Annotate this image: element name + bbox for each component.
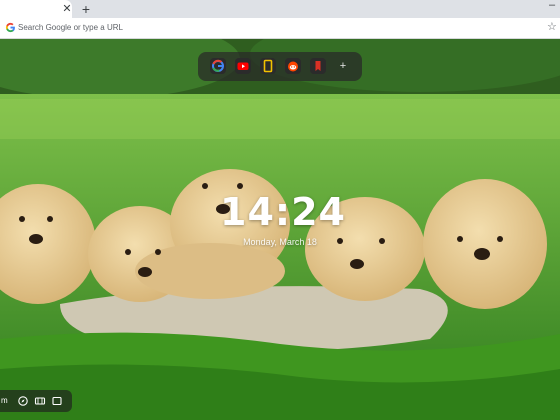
clock-date: Monday, March 18 (243, 237, 317, 247)
tab-strip: ✕ + – (0, 0, 560, 18)
close-icon[interactable]: ✕ (62, 3, 72, 15)
minimize-button[interactable]: – (549, 0, 560, 12)
window-icon[interactable] (51, 395, 63, 407)
bookmark-icon (315, 61, 321, 71)
bookmark-star-icon[interactable]: ☆ (547, 21, 558, 33)
shortcut-bookmark[interactable] (310, 58, 326, 74)
shortcut-bar: + (198, 52, 362, 81)
google-icon (212, 59, 224, 72)
compass-icon[interactable] (17, 395, 29, 407)
toolbar: ☆ (0, 18, 560, 39)
new-tab-page: + 14:24 Monday, March 18 m (0, 39, 560, 420)
bottom-dock: m (0, 390, 72, 412)
omnibox-input[interactable] (18, 20, 518, 35)
shortcut-notes[interactable] (260, 58, 276, 74)
active-tab[interactable]: ✕ (0, 0, 72, 18)
note-icon (263, 59, 273, 73)
new-tab-button[interactable]: + (80, 2, 92, 16)
google-g-icon (5, 22, 15, 33)
add-shortcut-button[interactable]: + (335, 58, 351, 74)
clock-time: 14:24 (220, 190, 346, 234)
shortcut-reddit[interactable] (285, 58, 301, 74)
shortcut-youtube[interactable] (235, 58, 251, 74)
reddit-icon (288, 61, 298, 72)
dock-label: m (1, 396, 8, 405)
shortcut-google[interactable] (210, 58, 226, 74)
youtube-icon (237, 62, 249, 70)
gallery-icon[interactable] (34, 395, 46, 407)
